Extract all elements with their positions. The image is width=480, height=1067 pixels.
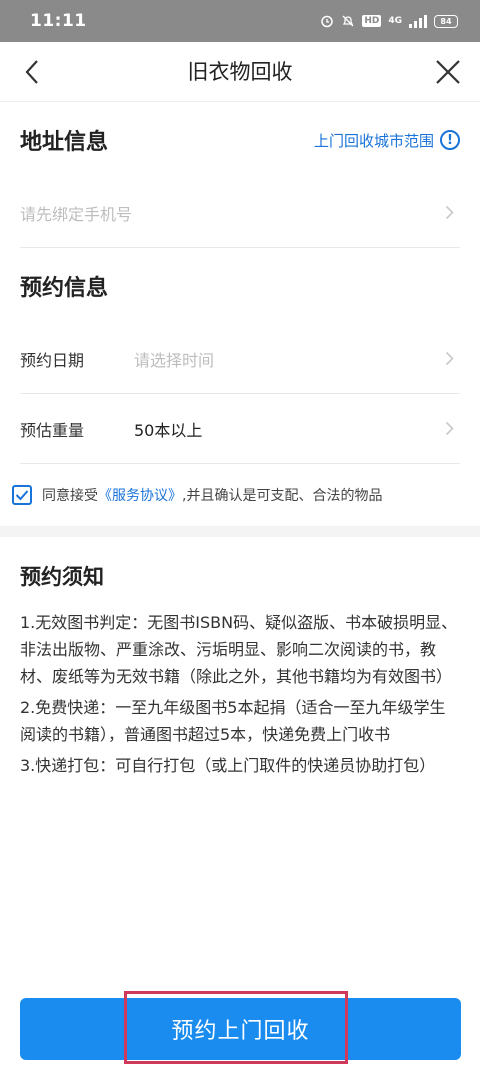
alarm-icon [320, 14, 334, 28]
chevron-right-icon [445, 205, 454, 220]
service-range-link[interactable]: 上门回收城市范围 ! [314, 130, 460, 151]
nav-bar: 旧衣物回收 [0, 42, 480, 102]
network-type: 4G [388, 15, 402, 26]
address-section: 地址信息 上门回收城市范围 ! 请先绑定手机号 [0, 102, 480, 248]
status-icons: HD 4G 84 [320, 14, 458, 28]
phone-placeholder: 请先绑定手机号 [20, 204, 133, 224]
hd-badge: HD [362, 15, 382, 27]
signal-icon [409, 14, 427, 28]
notice-title: 预约须知 [20, 565, 104, 589]
battery-level: 84 [440, 16, 452, 26]
agreement-row: 同意接受 《服务协议》 ,并且确认是可支配、合法的物品 [0, 464, 480, 526]
address-header: 地址信息 上门回收城市范围 ! [20, 102, 460, 178]
bottom-bar: 预约上门回收 [0, 988, 480, 1067]
notice-section: 预约须知 1.无效图书判定：无图书ISBN码、疑似盗版、书本破损明显、非法出版物… [0, 537, 480, 779]
agreement-suffix: ,并且确认是可支配、合法的物品 [182, 488, 383, 504]
close-icon [436, 60, 460, 84]
info-icon: ! [440, 130, 460, 150]
phone-row[interactable]: 请先绑定手机号 [20, 178, 460, 248]
mute-bell-icon [341, 14, 355, 28]
address-title: 地址信息 [20, 130, 109, 155]
book-pickup-button[interactable]: 预约上门回收 [20, 998, 461, 1060]
weight-row[interactable]: 预估重量 50本以上 [20, 394, 460, 464]
chevron-right-icon [445, 351, 454, 366]
agreement-prefix: 同意接受 [42, 488, 98, 504]
date-row[interactable]: 预约日期 请选择时间 [20, 324, 460, 394]
service-agreement-link[interactable]: 《服务协议》 [98, 485, 182, 505]
battery-icon: 84 [434, 14, 458, 28]
booking-title: 预约信息 [20, 276, 109, 301]
notice-item: 1.无效图书判定：无图书ISBN码、疑似盗版、书本破损明显、非法出版物、严重涂改… [20, 613, 458, 686]
weight-value: 50本以上 [134, 420, 203, 440]
book-pickup-label: 预约上门回收 [171, 1019, 310, 1044]
notice-item: 2.免费快递：一至九年级图书5本起捐（适合一至九年级学生阅读的书籍），普通图书超… [20, 698, 446, 744]
date-label: 预约日期 [20, 350, 85, 370]
booking-header: 预约信息 [20, 248, 460, 324]
status-time: 11:11 [30, 11, 87, 31]
section-divider [0, 526, 480, 537]
chevron-right-icon [445, 421, 454, 436]
agreement-checkbox[interactable] [12, 485, 32, 505]
notice-item: 3.快递打包：可自行打包（或上门取件的快递员协助打包） [20, 756, 436, 775]
close-button[interactable] [430, 54, 466, 90]
check-icon [15, 490, 29, 501]
booking-section: 预约信息 预约日期 请选择时间 预估重量 50本以上 [0, 248, 480, 464]
date-placeholder: 请选择时间 [134, 350, 215, 370]
status-bar: 11:11 HD 4G 84 [0, 0, 480, 42]
page-title: 旧衣物回收 [187, 60, 293, 84]
service-range-label: 上门回收城市范围 [313, 131, 434, 150]
main-content: 地址信息 上门回收城市范围 ! 请先绑定手机号 预约信息 预约日期 请选择时间 … [0, 102, 480, 783]
weight-label: 预估重量 [20, 420, 85, 440]
